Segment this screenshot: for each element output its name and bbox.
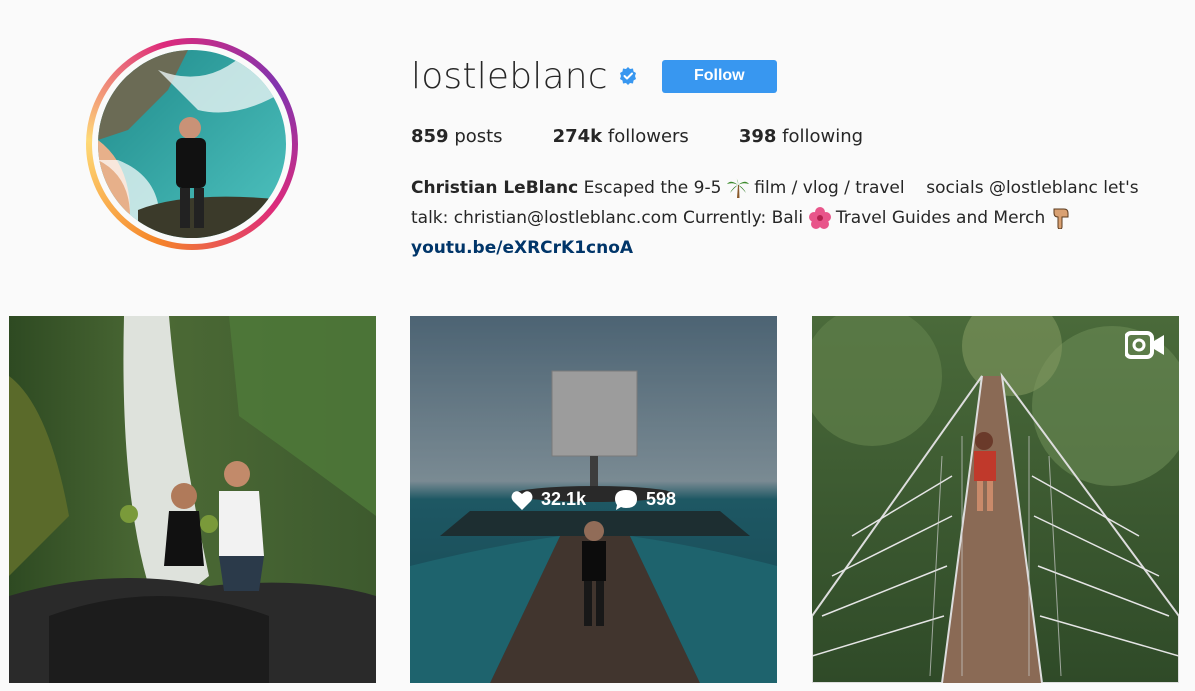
following-stat[interactable]: 398 following xyxy=(739,126,863,147)
comment-icon xyxy=(615,489,637,510)
bio-text-2: talk: christian@lostleblanc.com Currentl… xyxy=(411,208,804,228)
likes-stat: 32.1k xyxy=(511,489,586,510)
post-hover-overlay: 32.1k 598 xyxy=(410,316,777,683)
profile-username: lostleblanc xyxy=(411,55,608,97)
follow-button[interactable]: Follow xyxy=(661,59,777,93)
post-tile-waterfall[interactable] xyxy=(9,316,376,683)
following-label: following xyxy=(782,126,864,147)
avatar[interactable] xyxy=(98,50,286,238)
post-tile-pier[interactable]: 32.1k 598 xyxy=(410,316,777,683)
post-image xyxy=(812,316,1179,683)
heart-icon xyxy=(511,490,533,510)
post-tile-bridge[interactable] xyxy=(812,316,1179,683)
profile-header-row: lostleblanc Follow xyxy=(411,52,1171,100)
posts-label: posts xyxy=(454,126,503,147)
bio-line-1: Christian LeBlanc Escaped the 9-5 film /… xyxy=(411,173,1171,203)
followers-stat[interactable]: 274k followers xyxy=(553,126,689,147)
hibiscus-icon xyxy=(808,207,831,229)
comments-count: 598 xyxy=(646,489,677,509)
followers-count: 274k xyxy=(552,126,603,147)
bio-link[interactable]: youtu.be/eXRCrK1cnoA xyxy=(411,233,1171,263)
bio-text-1: Escaped the 9-5 xyxy=(583,178,722,198)
verified-badge-icon xyxy=(619,67,636,85)
bio-line-2: talk: christian@lostleblanc.com Currentl… xyxy=(411,203,1171,233)
posts-stat: 859 posts xyxy=(411,126,503,147)
profile-bio: Christian LeBlanc Escaped the 9-5 film /… xyxy=(411,173,1171,263)
posts-count: 859 xyxy=(411,126,449,147)
following-count: 398 xyxy=(738,126,777,147)
palm-tree-icon xyxy=(726,177,749,198)
profile-stats: 859 posts 274k followers 398 following xyxy=(411,126,1171,147)
profile-full-name: Christian LeBlanc xyxy=(411,178,579,198)
bio-text-1b: film / vlog / travel socials @lostleblan… xyxy=(754,178,1139,198)
profile-avatar-ring[interactable] xyxy=(86,38,298,250)
video-camera-icon xyxy=(1125,331,1164,359)
bio-text-2b: Travel Guides and Merch xyxy=(835,208,1046,228)
comments-stat: 598 xyxy=(614,489,676,511)
avatar-frame xyxy=(92,44,292,244)
pointing-down-icon xyxy=(1053,208,1069,229)
post-image xyxy=(9,316,376,683)
likes-count: 32.1k xyxy=(540,489,586,509)
followers-label: followers xyxy=(607,126,689,147)
profile-info: lostleblanc Follow 859 posts 274k follow… xyxy=(411,52,1171,263)
